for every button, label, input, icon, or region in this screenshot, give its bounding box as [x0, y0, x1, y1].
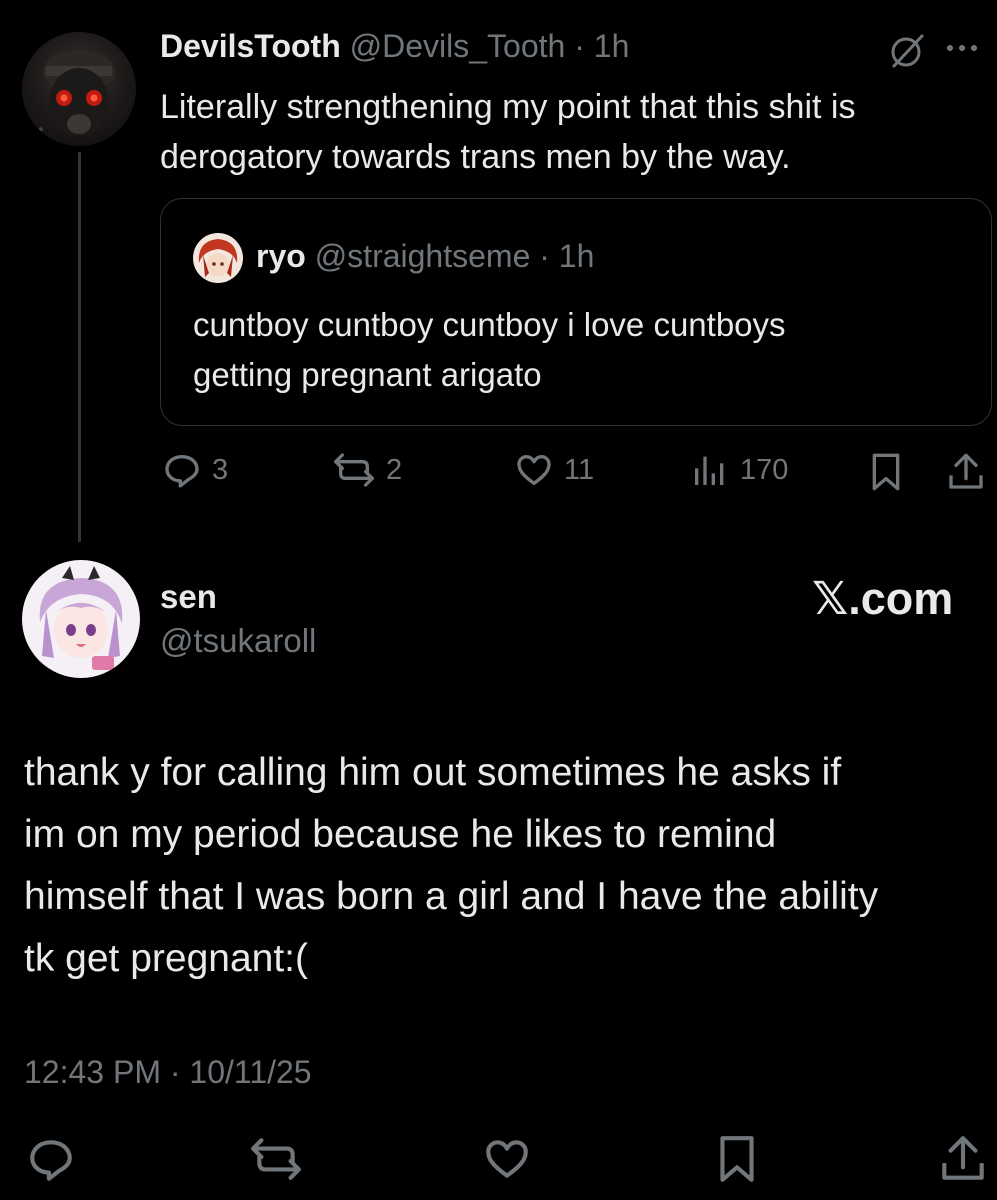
sen-avatar[interactable]	[22, 560, 140, 678]
tweet-text-line: im on my period because he likes to remi…	[24, 813, 777, 856]
repost-button[interactable]	[248, 1134, 304, 1184]
reply-icon	[30, 1140, 72, 1181]
heart-icon	[486, 1140, 528, 1178]
quote-text-line: cuntboy cuntboy cuntboy i love cuntboys	[193, 306, 786, 343]
tweet-text-line: himself that I was born a girl and I hav…	[24, 875, 879, 918]
like-count: 11	[564, 453, 595, 486]
share-icon	[942, 1136, 984, 1180]
repost-button[interactable]: 2	[332, 450, 402, 490]
red-hair-icon	[198, 239, 238, 277]
reply-button[interactable]	[26, 1134, 76, 1184]
gas-mask-icon	[34, 50, 115, 146]
repost-icon	[333, 453, 374, 487]
tweet-body: Literally strengthening my point that th…	[160, 82, 855, 182]
like-button[interactable]: 11	[514, 450, 594, 490]
quote-body: cuntboy cuntboy cuntboy i love cuntboys …	[193, 300, 786, 400]
bookmark-icon	[720, 1136, 754, 1182]
display-name[interactable]: sen	[160, 578, 217, 616]
bookmark-button[interactable]	[866, 450, 906, 499]
reply-icon	[165, 455, 199, 488]
tweet-text-line: thank y for calling him out sometimes he…	[24, 751, 842, 794]
quote-display-name[interactable]: ryo	[256, 238, 306, 274]
share-button[interactable]	[946, 450, 986, 499]
tweet-header: DevilsTooth @Devils_Tooth · 1h	[160, 28, 629, 65]
thread-connector-line	[78, 152, 81, 542]
share-icon	[949, 453, 983, 489]
reply-button[interactable]: 3	[162, 450, 228, 490]
devilstooth-avatar[interactable]	[22, 32, 136, 146]
quote-header: ryo @straightseme · 1h	[256, 238, 594, 275]
display-name[interactable]: DevilsTooth	[160, 28, 341, 64]
bookmark-icon	[872, 453, 900, 491]
anime-girl-icon	[39, 566, 123, 670]
ryo-avatar[interactable]	[193, 233, 243, 283]
quote-text-line: getting pregnant arigato	[193, 356, 542, 393]
grok-icon[interactable]	[888, 30, 928, 75]
view-count: 170	[740, 453, 789, 486]
handle-time[interactable]: @Devils_Tooth · 1h	[350, 28, 630, 64]
share-button[interactable]	[938, 1132, 988, 1186]
bookmark-button[interactable]	[712, 1132, 762, 1186]
tweet-text-line: Literally strengthening my point that th…	[160, 88, 856, 126]
tweet-text-line: derogatory towards trans men by the way.	[160, 138, 791, 176]
repost-icon	[250, 1138, 301, 1180]
tweet-text-line: tk get pregnant:(	[24, 937, 309, 980]
handle[interactable]: @tsukaroll	[160, 622, 316, 660]
views-button[interactable]: 170	[690, 450, 788, 490]
tweet-body: thank y for calling him out sometimes he…	[24, 742, 878, 990]
like-button[interactable]	[482, 1134, 532, 1184]
x-brand-logo: 𝕏.com	[812, 573, 954, 624]
timestamp[interactable]: 12:43 PM · 10/11/25	[24, 1054, 312, 1091]
reply-count: 3	[212, 453, 229, 486]
analytics-icon	[695, 456, 724, 485]
heart-icon	[517, 455, 551, 485]
repost-count: 2	[386, 453, 403, 486]
quote-handle-time[interactable]: @straightseme · 1h	[315, 238, 595, 274]
more-options-icon[interactable]	[942, 38, 982, 63]
